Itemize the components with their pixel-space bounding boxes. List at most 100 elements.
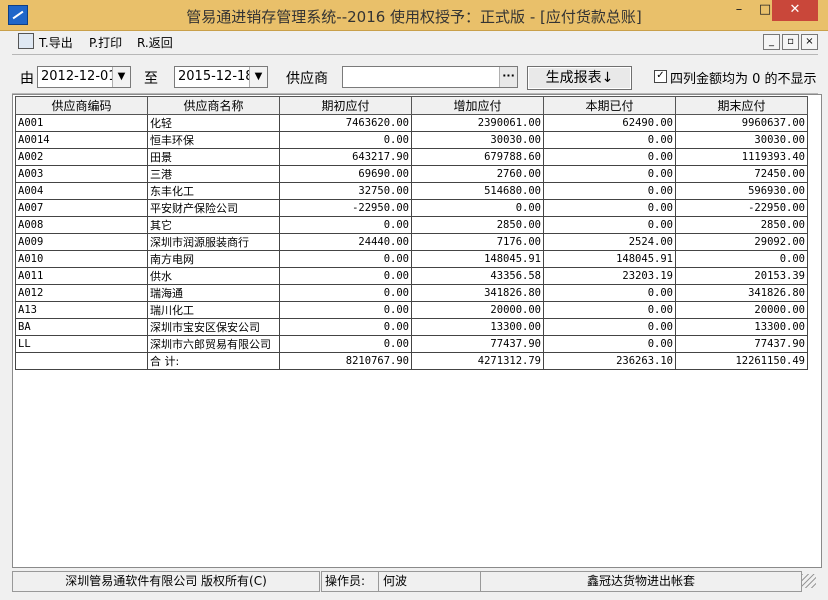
status-operator-name: 何波 (378, 571, 484, 592)
supplier-input[interactable]: ··· (342, 66, 518, 88)
table-cell: A0014 (15, 131, 148, 149)
menu-bar: T.导出 P.打印 R.返回 _ ▫ × (12, 31, 818, 52)
table-cell: 0.00 (279, 284, 412, 302)
table-cell: 69690.00 (279, 165, 412, 183)
table-cell: 供水 (147, 267, 280, 285)
table-cell: A13 (15, 301, 148, 319)
table-cell: 深圳市宝安区保安公司 (147, 318, 280, 336)
export-icon (18, 33, 34, 49)
table-cell: 0.00 (543, 335, 676, 353)
table-cell: 20000.00 (411, 301, 544, 319)
table-cell: 7463620.00 (279, 114, 412, 132)
column-header[interactable]: 本期已付 (543, 96, 676, 115)
table-cell: 南方电网 (147, 250, 280, 268)
table-row[interactable]: A009 深圳市润源服装商行 24440.00 7176.00 2524.00 29092… (15, 233, 808, 251)
menu-return[interactable]: R.返回 (137, 34, 173, 51)
table-row[interactable]: A007 平安财产保险公司 -22950.00 0.00 0.00 -22950.00 (15, 199, 808, 217)
mdi-minimize-button[interactable]: _ (763, 34, 780, 50)
table-cell: 恒丰环保 (147, 131, 280, 149)
table-cell: 30030.00 (675, 131, 808, 149)
table-cell: 643217.90 (279, 148, 412, 166)
table-cell: 77437.90 (675, 335, 808, 353)
table-cell: 4271312.79 (411, 352, 544, 370)
table-cell: 0.00 (279, 131, 412, 149)
table-cell: 72450.00 (675, 165, 808, 183)
table-cell: LL (15, 335, 148, 353)
total-row[interactable]: 合 计: 8210767.90 4271312.79 236263.10 1226115… (15, 352, 808, 370)
hide-zero-checkbox[interactable]: ✓ (654, 70, 667, 83)
table-cell: 2524.00 (543, 233, 676, 251)
column-header[interactable]: 供应商编码 (15, 96, 148, 115)
status-bar: 深圳管易通软件有限公司 版权所有(C) 操作员: 何波 鑫冠达货物进出帐套 (12, 570, 818, 592)
table-cell: A008 (15, 216, 148, 234)
table-cell: 236263.10 (543, 352, 676, 370)
table-row[interactable]: A13 瑞川化工 0.00 20000.00 0.00 20000.00 (15, 301, 808, 319)
table-cell: 29092.00 (675, 233, 808, 251)
menu-print[interactable]: P.打印 (89, 34, 122, 51)
table-cell: 平安财产保险公司 (147, 199, 280, 217)
generate-report-button[interactable]: 生成报表↓ (527, 66, 632, 90)
chevron-down-icon[interactable]: ▼ (112, 67, 130, 87)
column-header[interactable]: 供应商名称 (147, 96, 280, 115)
table-cell: 0.00 (543, 131, 676, 149)
table-row[interactable]: A012 瑞海通 0.00 341826.80 0.00 341826.80 (15, 284, 808, 302)
table-cell: 43356.58 (411, 267, 544, 285)
table-row[interactable]: A004 东丰化工 32750.00 514680.00 0.00 596930.00 (15, 182, 808, 200)
table-cell: 514680.00 (411, 182, 544, 200)
column-header[interactable]: 期初应付 (279, 96, 412, 115)
table-cell: 23203.19 (543, 267, 676, 285)
table-cell: 0.00 (543, 148, 676, 166)
table-cell: 148045.91 (411, 250, 544, 268)
table-cell: 20000.00 (675, 301, 808, 319)
table-row[interactable]: A0014 恒丰环保 0.00 30030.00 0.00 30030.00 (15, 131, 808, 149)
payables-table: 供应商编码 供应商名称 期初应付 增加应付 本期已付 期末应付 A001 化轻 7463620… (15, 96, 808, 370)
browse-button[interactable]: ··· (499, 67, 517, 87)
table-cell: 化轻 (147, 114, 280, 132)
table-row[interactable]: A002 田景 643217.90 679788.60 0.00 1119393.40 (15, 148, 808, 166)
table-cell: A009 (15, 233, 148, 251)
mdi-restore-button[interactable]: ▫ (782, 34, 799, 50)
mdi-close-button[interactable]: × (801, 34, 818, 50)
table-cell: A003 (15, 165, 148, 183)
table-row[interactable]: LL 深圳市六郎贸易有限公司 0.00 77437.90 0.00 77437.90 (15, 335, 808, 353)
payables-grid[interactable]: 供应商编码 供应商名称 期初应付 增加应付 本期已付 期末应付 A001 化轻 7463620… (12, 94, 822, 568)
to-date-value: 2015-12-18 (178, 69, 254, 84)
table-cell: 341826.80 (411, 284, 544, 302)
table-row[interactable]: A011 供水 0.00 43356.58 23203.19 20153.39 (15, 267, 808, 285)
chevron-down-icon[interactable]: ▼ (249, 67, 267, 87)
table-cell: 1119393.40 (675, 148, 808, 166)
table-cell: 148045.91 (543, 250, 676, 268)
table-cell: 东丰化工 (147, 182, 280, 200)
table-cell: 77437.90 (411, 335, 544, 353)
table-cell: 田景 (147, 148, 280, 166)
table-cell: 0.00 (543, 182, 676, 200)
table-cell: 2390061.00 (411, 114, 544, 132)
hide-zero-label: 四列金额均为 0 的不显示 (670, 72, 817, 87)
column-header[interactable]: 期末应付 (675, 96, 808, 115)
table-row[interactable]: A001 化轻 7463620.00 2390061.00 62490.00 996063… (15, 114, 808, 132)
table-cell: 瑞海通 (147, 284, 280, 302)
table-cell: A002 (15, 148, 148, 166)
resize-grip-icon[interactable] (802, 574, 816, 588)
to-date-select[interactable]: 2015-12-18 ▼ (174, 66, 268, 88)
close-button[interactable]: ✕ (772, 0, 818, 21)
table-row[interactable]: A003 三港 69690.00 2760.00 0.00 72450.00 (15, 165, 808, 183)
table-cell: -22950.00 (675, 199, 808, 217)
from-date-select[interactable]: 2012-12-01 ▼ (37, 66, 131, 88)
table-cell: A004 (15, 182, 148, 200)
table-cell: 0.00 (279, 267, 412, 285)
table-cell: 0.00 (279, 216, 412, 234)
status-company: 深圳管易通软件有限公司 版权所有(C) (12, 571, 320, 592)
column-header[interactable]: 增加应付 (411, 96, 544, 115)
table-cell: 0.00 (543, 199, 676, 217)
table-row[interactable]: BA 深圳市宝安区保安公司 0.00 13300.00 0.00 13300.00 (15, 318, 808, 336)
filter-bar: 由 2012-12-01 ▼ 至 2015-12-18 ▼ 供应商 ··· 生成… (12, 54, 818, 94)
table-row[interactable]: A010 南方电网 0.00 148045.91 148045.91 0.00 (15, 250, 808, 268)
table-cell: 0.00 (675, 250, 808, 268)
from-label: 由 (20, 71, 34, 87)
menu-export[interactable]: T.导出 (39, 34, 73, 51)
table-cell: 20153.39 (675, 267, 808, 285)
table-row[interactable]: A008 其它 0.00 2850.00 0.00 2850.00 (15, 216, 808, 234)
to-label: 至 (144, 71, 158, 87)
table-cell: 24440.00 (279, 233, 412, 251)
